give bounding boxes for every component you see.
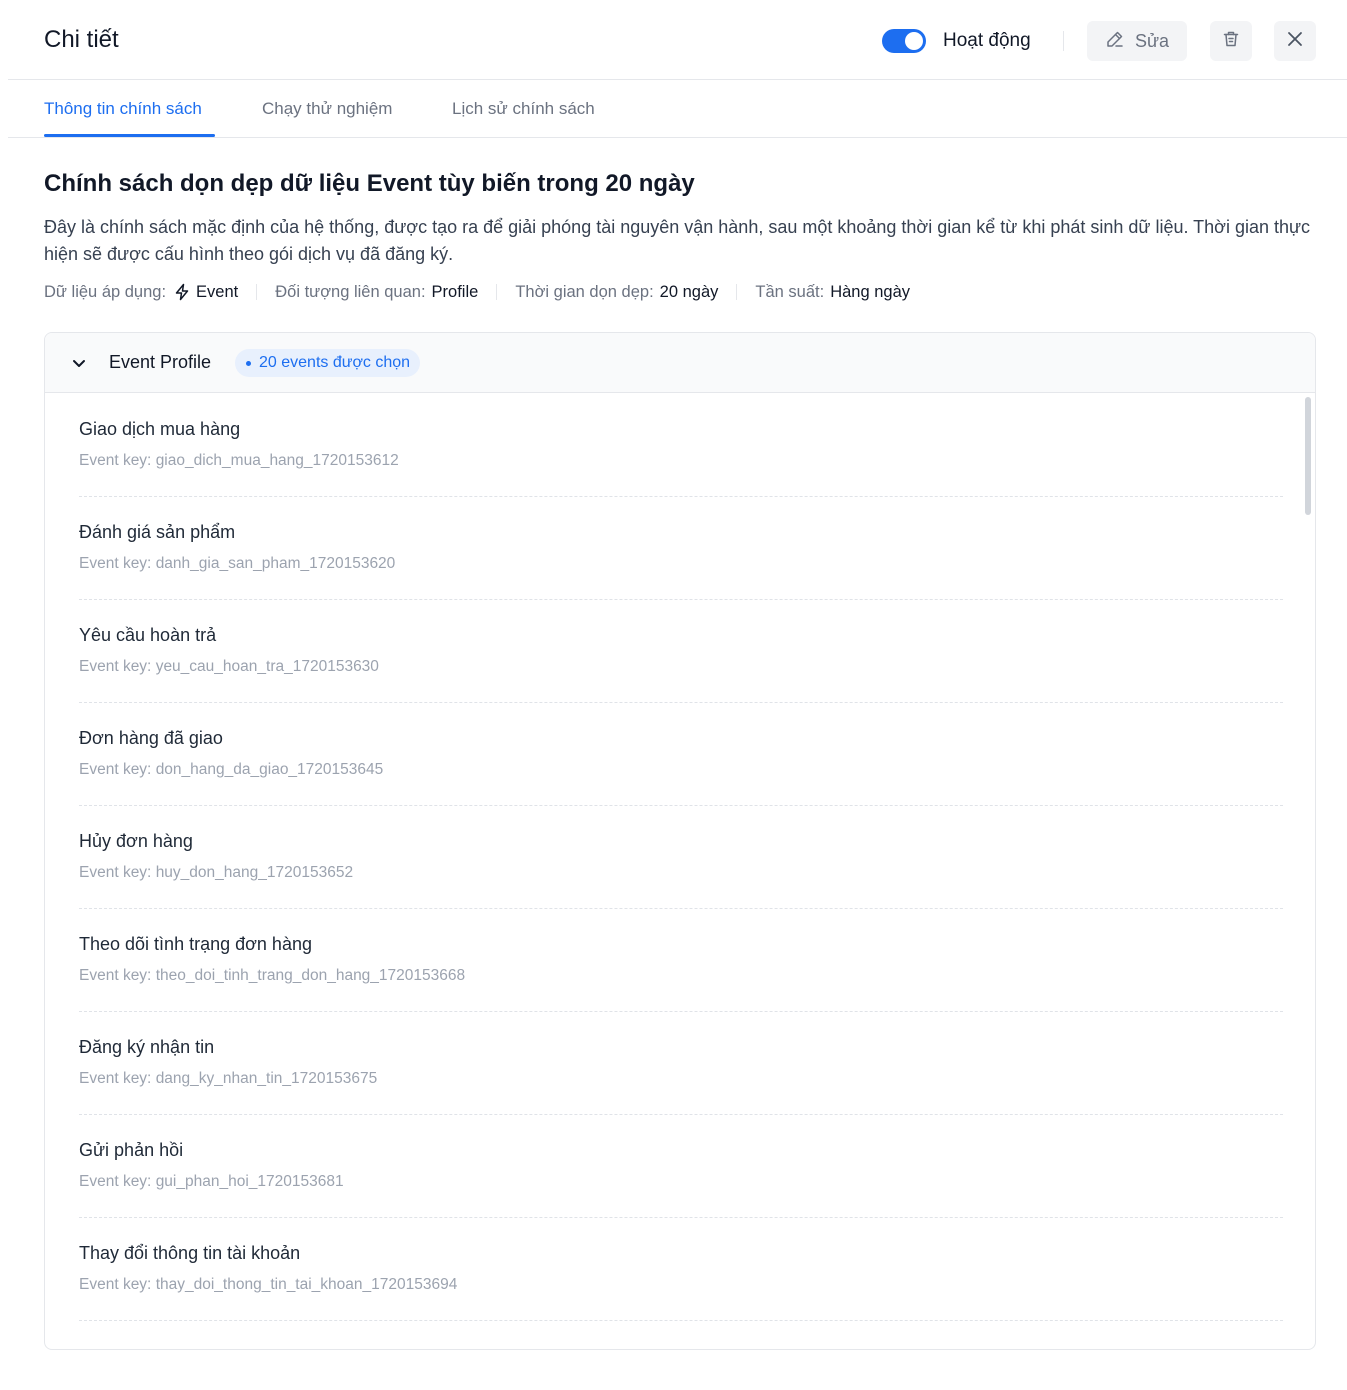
meta-frequency-label: Tần suất: (755, 282, 825, 301)
event-key: Event key: giao_dich_mua_hang_1720153612 (79, 452, 399, 469)
close-icon (1286, 30, 1304, 53)
event-profile-card: Event Profile 20 events được chọn Giao d… (44, 332, 1316, 1350)
event-name: Giao dịch mua hàng (79, 419, 241, 439)
list-item: Gửi phản hồi Event key: gui_phan_hoi_172… (79, 1115, 1283, 1218)
event-key: Event key: danh_gia_san_pham_1720153620 (79, 555, 396, 572)
toggle-knob (905, 32, 923, 50)
tab-policy-info[interactable]: Thông tin chính sách (44, 99, 202, 119)
event-key: Event key: huy_don_hang_1720153652 (79, 864, 354, 881)
bolt-icon (174, 283, 190, 301)
event-name: Đơn hàng đã giao (79, 728, 223, 748)
edit-button[interactable]: Sửa (1087, 21, 1187, 61)
event-name: Đánh giá sản phẩm (79, 522, 236, 542)
meta-data-label: Dữ liệu áp dụng: (44, 282, 167, 301)
edit-button-label: Sửa (1134, 30, 1170, 51)
meta-cleanup-value: 20 ngày (659, 282, 719, 301)
list-scrollbar[interactable] (1305, 397, 1311, 515)
event-key: Event key: thay_doi_thong_tin_tai_khoan_… (79, 1276, 458, 1293)
event-name: Đăng ký nhận tin (79, 1037, 215, 1057)
meta-divider (256, 284, 258, 300)
meta-data-value: Event (196, 282, 239, 301)
tab-bar: Thông tin chính sách Chạy thử nghiệm Lịc… (8, 80, 1347, 138)
header-divider (1063, 31, 1064, 51)
tab-trial-run[interactable]: Chạy thử nghiệm (262, 99, 392, 119)
status-toggle[interactable] (882, 29, 926, 53)
chevron-down-icon[interactable] (71, 355, 87, 376)
meta-object-value: Profile (431, 282, 479, 301)
meta-cleanup-label: Thời gian dọn dẹp: (515, 282, 654, 301)
policy-title: Chính sách dọn dẹp dữ liệu Event tùy biế… (44, 170, 695, 197)
event-key: Event key: don_hang_da_giao_1720153645 (79, 761, 384, 778)
list-item: Hủy đơn hàng Event key: huy_don_hang_172… (79, 806, 1283, 909)
meta-object-label: Đối tượng liên quan: (275, 282, 426, 301)
meta-divider (496, 284, 498, 300)
status-label: Hoạt động (943, 30, 1031, 51)
event-name: Gửi phản hồi (79, 1140, 184, 1160)
list-item: Giao dịch mua hàng Event key: giao_dich_… (79, 394, 1283, 497)
event-name: Thay đổi thông tin tài khoản (79, 1243, 301, 1263)
list-item: Thay đổi thông tin tài khoản Event key: … (79, 1218, 1283, 1321)
selected-events-badge: 20 events được chọn (235, 349, 421, 377)
event-name: Hủy đơn hàng (79, 831, 193, 851)
page-title: Chi tiết (44, 26, 119, 53)
active-tab-indicator (44, 134, 215, 137)
event-key: Event key: dang_ky_nhan_tin_1720153675 (79, 1070, 378, 1087)
header: Chi tiết Hoạt động Sửa (8, 0, 1347, 80)
event-name: Yêu cầu hoàn trả (79, 625, 217, 645)
event-profile-header[interactable]: Event Profile 20 events được chọn (45, 333, 1315, 393)
policy-meta: Dữ liệu áp dụng: Event Đối tượng liên qu… (44, 280, 910, 304)
event-key: Event key: yeu_cau_hoan_tra_1720153630 (79, 658, 379, 675)
event-list: Giao dịch mua hàng Event key: giao_dich_… (45, 394, 1315, 1349)
list-item: Đăng ký nhận tin Event key: dang_ky_nhan… (79, 1012, 1283, 1115)
meta-frequency-value: Hàng ngày (830, 282, 910, 301)
event-name: Theo dõi tình trạng đơn hàng (79, 934, 312, 954)
list-item: Đơn hàng đã giao Event key: don_hang_da_… (79, 703, 1283, 806)
tab-policy-history[interactable]: Lịch sử chính sách (452, 99, 595, 119)
trash-icon (1221, 29, 1241, 54)
list-item: Yêu cầu hoàn trả Event key: yeu_cau_hoan… (79, 600, 1283, 703)
meta-divider (736, 284, 738, 300)
policy-description: Đây là chính sách mặc định của hệ thống,… (44, 217, 1311, 264)
list-item: Theo dõi tình trạng đơn hàng Event key: … (79, 909, 1283, 1012)
detail-panel: Chi tiết Hoạt động Sửa Thông tin chính s… (8, 0, 1347, 1390)
delete-button[interactable] (1210, 21, 1252, 61)
event-key: Event key: gui_phan_hoi_1720153681 (79, 1173, 344, 1190)
list-item: Đánh giá sản phẩm Event key: danh_gia_sa… (79, 497, 1283, 600)
pencil-icon (1105, 29, 1125, 54)
event-key: Event key: theo_doi_tinh_trang_don_hang_… (79, 967, 466, 984)
close-button[interactable] (1274, 21, 1316, 61)
event-profile-title: Event Profile (109, 352, 212, 372)
